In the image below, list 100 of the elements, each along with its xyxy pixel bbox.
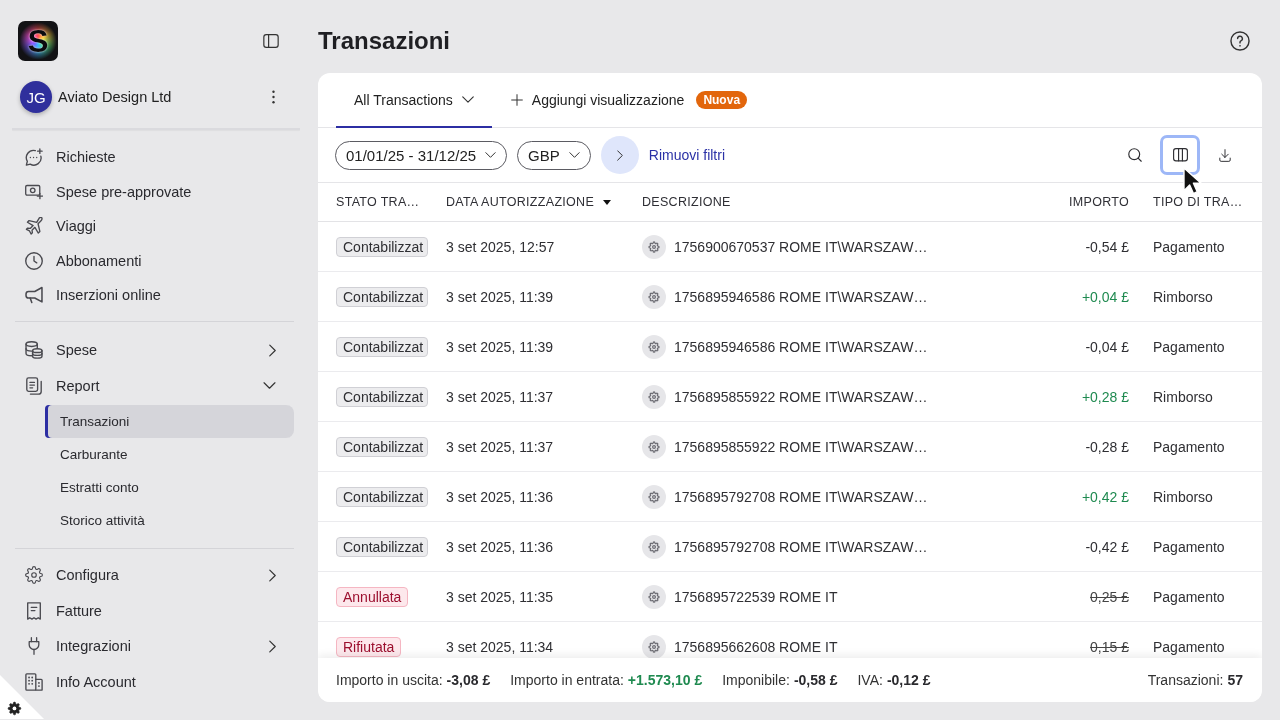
date-text: 3 set 2025, 11:34 xyxy=(446,638,554,655)
date-text: 3 set 2025, 11:39 xyxy=(446,288,554,305)
settings-icon xyxy=(25,566,43,585)
type-text: Rimborso xyxy=(1153,288,1213,305)
receipt-icon xyxy=(25,601,43,620)
search-icon xyxy=(1128,148,1142,162)
nav-subitem[interactable]: Estratti conto xyxy=(45,470,294,504)
airplane-icon xyxy=(25,217,43,236)
type-text: Pagamento xyxy=(1153,238,1225,255)
nav-item[interactable]: Spese xyxy=(25,332,300,368)
banknote-plus-icon xyxy=(25,182,43,201)
type-text: Pagamento xyxy=(1153,438,1225,455)
kebab-menu-icon[interactable] xyxy=(272,90,275,104)
column-header[interactable]: DESCRIZIONE xyxy=(642,195,731,209)
nav-item[interactable]: Inserzioni online xyxy=(25,278,300,313)
gear-icon xyxy=(642,334,666,359)
summary-value: -0,12 £ xyxy=(886,672,931,688)
description-text: 1756895855922 ROME IT\WARSZAW… xyxy=(674,438,928,455)
amount-text: -0,42 £ xyxy=(1085,538,1129,555)
sidebar-toggle-icon[interactable] xyxy=(263,34,279,48)
coins-icon xyxy=(25,341,43,360)
nav-item[interactable]: Abbonamenti xyxy=(25,243,300,278)
gear-icon[interactable] xyxy=(0,675,44,719)
plus-icon xyxy=(510,94,523,106)
date-text: 3 set 2025, 11:39 xyxy=(446,338,554,355)
gear-icon xyxy=(642,634,666,658)
caret-icon xyxy=(461,96,474,103)
status-badge: Annullata xyxy=(336,586,409,607)
documents-icon xyxy=(25,376,43,395)
view-tab[interactable]: All Transactions xyxy=(336,73,492,128)
nav-item[interactable]: Fatture xyxy=(25,593,300,629)
column-header[interactable]: DATA AUTORIZZAZIONE xyxy=(446,195,612,209)
description-text: 1756895662608 ROME IT xyxy=(674,638,838,655)
description-text: 1756895855922 ROME IT\WARSZAW… xyxy=(674,388,928,405)
nav-item[interactable]: Configura xyxy=(25,557,300,593)
status-badge: Contabilizzat xyxy=(336,236,429,257)
page-title: Transazioni xyxy=(318,27,451,55)
column-header[interactable]: TIPO DI TRA… xyxy=(1153,195,1243,209)
status-badge: Contabilizzat xyxy=(336,336,429,357)
type-text: Pagamento xyxy=(1153,588,1225,605)
help-icon[interactable] xyxy=(1230,31,1250,51)
status-badge: Contabilizzat xyxy=(336,436,429,457)
nav-item[interactable]: Info Account xyxy=(25,664,300,700)
app-logo[interactable]: S xyxy=(18,21,58,61)
summary-value: 57 xyxy=(1227,672,1243,688)
add-view-button[interactable]: Aggiungi visualizzazione Nuova xyxy=(510,73,748,127)
column-header[interactable]: STATO TRA… xyxy=(336,195,420,209)
avatar: JG xyxy=(20,81,52,113)
date-text: 3 set 2025, 11:37 xyxy=(446,438,554,455)
caret-icon xyxy=(485,152,497,158)
gear-icon xyxy=(642,584,666,609)
amount-text: 0,25 £ xyxy=(1090,588,1129,605)
nav-item[interactable]: Richieste xyxy=(25,140,300,175)
description-text: 1756895946586 ROME IT\WARSZAW… xyxy=(674,288,928,305)
gear-icon xyxy=(642,534,666,559)
type-text: Pagamento xyxy=(1153,538,1225,555)
building-icon xyxy=(25,672,43,691)
nav-subitem[interactable]: Storico attività xyxy=(45,503,294,537)
nav-item[interactable]: Report xyxy=(25,368,300,404)
summary-label: Imponibile: xyxy=(722,672,790,688)
amount-text: -0,28 £ xyxy=(1085,438,1129,455)
description-text: 1756895792708 ROME IT\WARSZAW… xyxy=(674,488,928,505)
sort-caret-icon xyxy=(603,199,612,205)
type-text: Pagamento xyxy=(1153,338,1225,355)
summary-label: Importo in entrata: xyxy=(510,672,624,688)
status-badge: Rifiutata xyxy=(336,636,402,657)
clear-filters-link[interactable]: Rimuovi filtri xyxy=(648,147,726,163)
summary-value: +1.573,10 £ xyxy=(627,672,703,688)
download-icon xyxy=(1219,148,1231,162)
date-text: 3 set 2025, 12:57 xyxy=(446,238,555,255)
description-text: 1756895722539 ROME IT xyxy=(674,588,838,605)
date-text: 3 set 2025, 11:36 xyxy=(446,488,554,505)
description-text: 1756895946586 ROME IT\WARSZAW… xyxy=(674,338,928,355)
nav-subitem[interactable]: Carburante xyxy=(45,437,294,471)
nav-item[interactable]: Viaggi xyxy=(25,209,300,244)
clock-icon xyxy=(25,251,43,270)
type-text: Rimborso xyxy=(1153,488,1213,505)
status-badge: Contabilizzat xyxy=(336,386,429,407)
amount-text: +0,28 £ xyxy=(1081,388,1129,405)
amount-text: 0,15 £ xyxy=(1090,638,1129,655)
organization-name[interactable]: Aviato Design Ltd xyxy=(58,89,272,105)
nav-item[interactable]: Spese pre-approvate xyxy=(25,174,300,209)
summary-value: -0,58 £ xyxy=(793,672,838,688)
new-badge: Nuova xyxy=(696,91,748,109)
nav-item[interactable]: Integrazioni xyxy=(25,628,300,664)
date-text: 3 set 2025, 11:37 xyxy=(446,388,554,405)
columns-icon xyxy=(1172,148,1188,162)
megaphone-icon xyxy=(25,286,43,305)
column-header[interactable]: IMPORTO xyxy=(1069,195,1129,209)
mouse-cursor-icon xyxy=(1183,167,1202,195)
chat-plus-icon xyxy=(25,148,43,167)
caret-icon xyxy=(568,152,580,158)
date-text: 3 set 2025, 11:36 xyxy=(446,538,554,555)
nav-subitem[interactable]: Transazioni xyxy=(45,404,294,438)
gear-icon xyxy=(642,384,666,409)
summary-label: IVA: xyxy=(857,672,883,688)
description-text: 1756900670537 ROME IT\WARSZAW… xyxy=(674,238,928,255)
gear-icon xyxy=(642,484,666,509)
gear-icon xyxy=(642,284,666,309)
summary-label: Importo in uscita: xyxy=(336,672,443,688)
